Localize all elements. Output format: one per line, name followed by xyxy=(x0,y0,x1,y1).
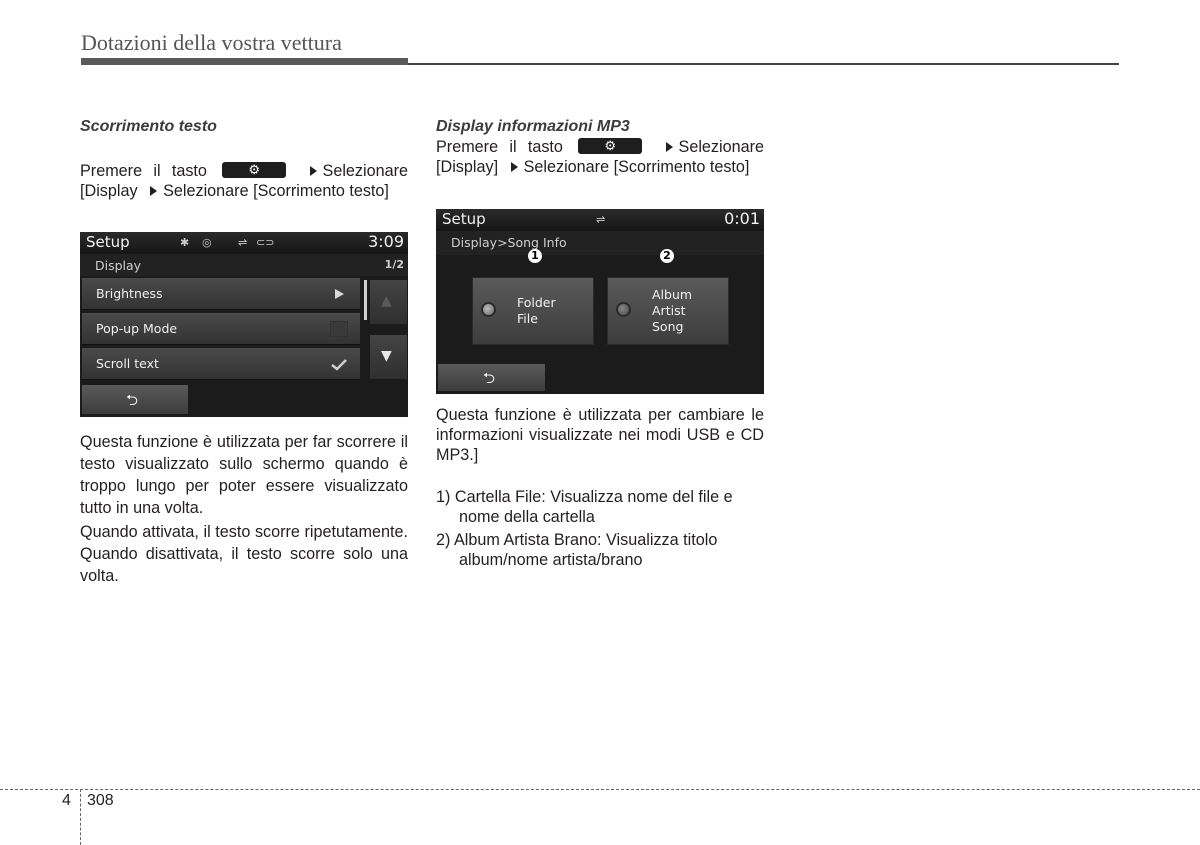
menu-item-brightness[interactable]: Brightness xyxy=(82,278,360,310)
option-album-artist-song[interactable]: Album Artist Song xyxy=(607,277,729,345)
arrow-right-icon xyxy=(335,289,344,299)
disc-icon: ◎ xyxy=(202,236,212,249)
menu-item-scroll-text[interactable]: Scroll text xyxy=(82,348,360,380)
footer-rule xyxy=(0,789,1200,790)
instruction: Premere il tasto ⚙ Selezionare [Display … xyxy=(80,161,408,201)
aux-icon: ⊂⊃ xyxy=(256,236,275,249)
list-item: 1) Cartella File: Visualizza nome del fi… xyxy=(436,488,733,526)
screen-title: Setup xyxy=(86,233,130,251)
menu-item-label: Pop-up Mode xyxy=(96,321,178,336)
option-label: Folder File xyxy=(517,295,556,327)
left-description: Questa funzione è utilizzata per far sco… xyxy=(80,431,408,587)
radio-unselected-icon xyxy=(618,304,629,315)
option-list: 1) Cartella File: Visualizza nome del fi… xyxy=(436,487,764,570)
paragraph: Questa funzione è utilizzata per cambiar… xyxy=(436,406,764,464)
setup-display-screen: Setup ✱ ◎ ⇌ ⊂⊃ 3:09 Display 1/2 Brightne… xyxy=(80,232,408,417)
section-label: Display xyxy=(95,258,142,273)
menu-item-label: Scroll text xyxy=(96,356,159,371)
down-arrow-icon: ▼ xyxy=(381,348,392,364)
option-line: Album xyxy=(652,287,693,302)
scroll-up-button[interactable]: ▲ xyxy=(370,280,407,324)
instr-text: Premere il tasto xyxy=(80,162,207,180)
option-line: Song xyxy=(652,319,684,334)
bluetooth-icon: ✱ xyxy=(180,236,190,249)
arrow-right-icon xyxy=(309,166,317,176)
instr-text: Selezionare [Scorrimento testo] xyxy=(523,158,750,176)
instr-text: Selezionare [Scorrimento testo] xyxy=(163,182,389,200)
list-item: 2) Album Artista Brano: Visualizza titol… xyxy=(436,531,718,569)
header-rule xyxy=(408,63,1119,65)
paragraph: Questa funzione è utilizzata per far sco… xyxy=(80,433,408,517)
footer-divider xyxy=(80,789,81,845)
back-icon: ⮌ xyxy=(126,391,139,409)
chapter-number: 4 xyxy=(62,792,71,809)
setup-key: ⚙ xyxy=(222,162,287,178)
option-folder-file[interactable]: Folder File xyxy=(472,277,594,345)
back-button[interactable]: ⮌ xyxy=(438,364,545,391)
marker-2: 2 xyxy=(660,249,674,263)
scrollbar[interactable] xyxy=(364,280,367,320)
option-line: File xyxy=(517,311,538,326)
status-bar: Setup ✱ ◎ ⇌ ⊂⊃ 3:09 xyxy=(80,232,408,254)
instr-text: Selezionare xyxy=(322,162,409,180)
arrow-right-icon xyxy=(510,162,518,172)
menu-item-label: Brightness xyxy=(96,286,163,301)
section-heading: Scorrimento testo xyxy=(80,118,217,135)
section-bar: Display 1/2 xyxy=(80,254,408,276)
breadcrumb: Display>Song Info xyxy=(451,235,567,250)
page-number: 308 xyxy=(87,792,114,809)
right-description: Questa funzione è utilizzata per cambiar… xyxy=(436,405,764,570)
back-button[interactable]: ⮌ xyxy=(82,385,188,414)
header-bar xyxy=(81,58,408,65)
right-column: Display informazioni MP3 Premere il tast… xyxy=(436,117,764,177)
option-line: Artist xyxy=(652,303,686,318)
status-bar: Setup ⇌ 0:01 xyxy=(436,209,764,231)
checkbox-unchecked-icon[interactable] xyxy=(330,321,348,337)
screen-title: Setup xyxy=(442,210,486,228)
left-column: Scorrimento testo Premere il tasto ⚙ Sel… xyxy=(80,117,408,201)
breadcrumb-bar: Display>Song Info xyxy=(436,231,764,255)
arrow-right-icon xyxy=(665,142,673,152)
up-arrow-icon: ▲ xyxy=(381,293,392,309)
instr-text: [Display] xyxy=(436,158,499,176)
instruction: Premere il tasto ⚙ Selezionare [Display]… xyxy=(436,137,764,177)
paragraph: Quando attivata, il testo scorre ripetut… xyxy=(80,523,408,585)
scroll-down-button[interactable]: ▼ xyxy=(370,335,407,379)
gear-icon: ⚙ xyxy=(248,162,261,177)
instr-text: Selezionare xyxy=(678,138,765,156)
usb-icon: ⇌ xyxy=(596,213,606,226)
menu-item-popup-mode[interactable]: Pop-up Mode xyxy=(82,313,360,345)
gear-icon: ⚙ xyxy=(604,138,617,153)
section-heading: Display informazioni MP3 xyxy=(436,118,630,135)
back-icon: ⮌ xyxy=(483,369,496,387)
setup-key: ⚙ xyxy=(578,138,643,154)
option-label: Album Artist Song xyxy=(652,287,692,335)
clock: 3:09 xyxy=(368,232,404,251)
clock: 0:01 xyxy=(724,209,760,228)
instr-text: [Display xyxy=(80,182,138,200)
page-header-title: Dotazioni della vostra vettura xyxy=(81,30,342,55)
marker-1: 1 xyxy=(528,249,542,263)
song-info-screen: Setup ⇌ 0:01 Display>Song Info 1 2 Folde… xyxy=(436,209,764,394)
arrow-right-icon xyxy=(150,186,158,196)
page-indicator: 1/2 xyxy=(384,258,404,271)
checkmark-icon[interactable] xyxy=(330,356,348,372)
radio-selected-icon xyxy=(483,304,494,315)
instr-text: Premere il tasto xyxy=(436,138,563,156)
option-line: Folder xyxy=(517,295,556,310)
usb-icon: ⇌ xyxy=(238,236,248,249)
